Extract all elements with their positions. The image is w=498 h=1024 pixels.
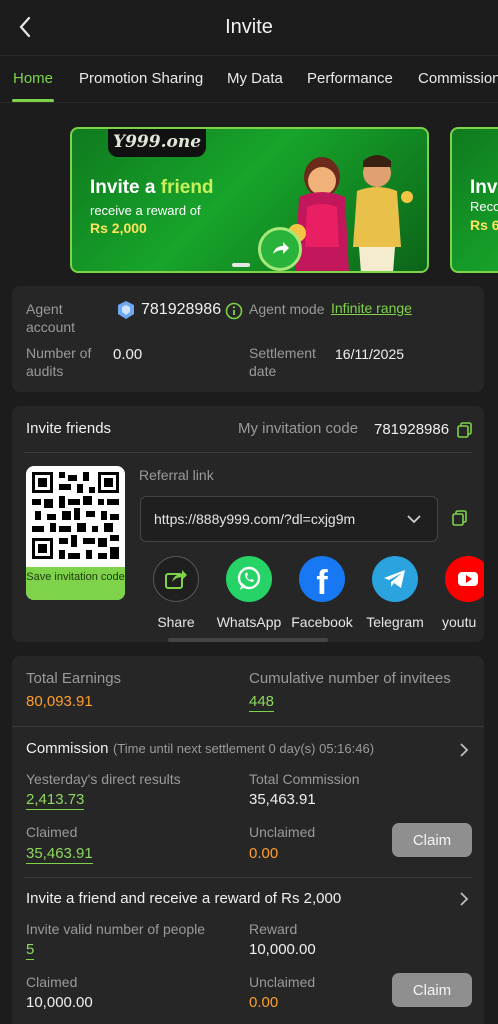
- share-generic-button[interactable]: Share: [141, 556, 211, 630]
- tab-performance[interactable]: Performance: [307, 70, 393, 87]
- invite-friends-title: Invite friends: [26, 420, 112, 437]
- whatsapp-label: WhatsApp: [216, 614, 282, 630]
- share-icon: [153, 556, 199, 602]
- qr-code-icon: [32, 472, 119, 559]
- banner2-headline: Inv: [470, 177, 498, 198]
- settlement-date-label: Settlement date: [249, 345, 316, 379]
- total-commission-value: 35,463.91: [249, 791, 316, 808]
- facebook-icon: f: [299, 556, 345, 602]
- share-scrollbar[interactable]: [168, 638, 328, 642]
- commission-title: Commission: [26, 740, 109, 757]
- share-arrow-icon: [258, 227, 302, 271]
- earnings-divider: [12, 726, 484, 727]
- brand-logo: Y999.one: [108, 129, 206, 157]
- referral-link-select[interactable]: https://888y999.com/?dl=cxjg9m: [140, 496, 438, 542]
- whatsapp-icon: [226, 556, 272, 602]
- audits-value: 0.00: [113, 346, 143, 363]
- share-facebook-button[interactable]: f Facebook: [287, 556, 357, 630]
- reward-claimed-label: Claimed: [26, 974, 78, 990]
- invite-divider: [24, 452, 472, 453]
- youtube-label: youtu: [442, 614, 477, 630]
- tab-promotion-sharing[interactable]: Promotion Sharing: [79, 70, 203, 87]
- valid-invitees-label: Invite valid number of people: [26, 921, 205, 937]
- youtube-icon: [445, 556, 484, 602]
- tab-bar: Home Promotion Sharing My Data Performan…: [0, 57, 498, 103]
- telegram-icon: [372, 556, 418, 602]
- telegram-label: Telegram: [366, 614, 424, 630]
- invitation-code-value: 781928986: [374, 421, 450, 438]
- share-whatsapp-button[interactable]: WhatsApp: [214, 556, 284, 630]
- referral-link-label: Referral link: [139, 467, 214, 483]
- commission-subtitle: (Time until next settlement 0 day(s) 05:…: [112, 741, 375, 756]
- header: Invite: [0, 0, 498, 56]
- chevron-down-icon: [407, 515, 421, 524]
- save-invitation-code-button[interactable]: Save invitation code: [26, 567, 125, 600]
- facebook-label: Facebook: [291, 614, 353, 630]
- agent-card: Agent account 781928986 Agent mode Infin…: [12, 286, 484, 392]
- tab-commission[interactable]: Commission: [418, 70, 498, 87]
- qr-code: Save invitation code: [26, 466, 125, 600]
- reward-claim-button[interactable]: Claim: [392, 973, 472, 1007]
- agent-account-label: Agent account: [26, 301, 76, 335]
- chevron-left-icon: [19, 16, 31, 38]
- banner2-amount: Rs 6: [470, 217, 498, 233]
- yesterday-results-label: Yesterday's direct results: [26, 771, 181, 787]
- commission-unclaimed-value: 0.00: [249, 845, 279, 862]
- earnings-card: Total Earnings 80,093.91 Cumulative numb…: [12, 656, 484, 1024]
- commission-chevron-right-icon[interactable]: [456, 742, 472, 758]
- promo-banner-next[interactable]: Inv Reco Rs 6: [450, 127, 498, 273]
- commission-claim-button[interactable]: Claim: [392, 823, 472, 857]
- commission-unclaimed-label: Unclaimed: [249, 824, 316, 840]
- commission-heading: Commission (Time until next settlement 0…: [26, 740, 374, 758]
- share-label: Share: [157, 614, 195, 630]
- agent-mode-link[interactable]: Infinite range: [331, 300, 412, 316]
- reward-amount-label: Reward: [249, 921, 298, 937]
- reward-claimed-value: 10,000.00: [26, 994, 93, 1011]
- banner-amount: Rs 2,000: [90, 220, 147, 236]
- reward-chevron-right-icon[interactable]: [456, 891, 472, 907]
- promo-banner[interactable]: Y999.one Invite a friend receive a rewar…: [70, 127, 429, 273]
- back-button[interactable]: [10, 12, 40, 42]
- reward-title: Invite a friend and receive a reward of …: [26, 890, 342, 907]
- copy-code-icon[interactable]: [457, 422, 473, 438]
- info-icon[interactable]: [225, 302, 243, 320]
- banner2-subline: Reco: [470, 199, 498, 214]
- share-youtube-button[interactable]: youtu: [433, 556, 484, 630]
- referral-link-value: https://888y999.com/?dl=cxjg9m: [154, 511, 356, 527]
- reward-amount-value: 10,000.00: [249, 941, 316, 958]
- total-earnings-value: 80,093.91: [26, 693, 93, 710]
- carousel-indicator: [232, 263, 250, 267]
- invitation-code-label: My invitation code: [238, 420, 359, 437]
- active-tab-indicator: [12, 99, 54, 102]
- banner-subline: receive a reward of: [90, 203, 201, 218]
- tab-my-data[interactable]: My Data: [227, 70, 283, 87]
- banner-headline: Invite a friend: [90, 177, 214, 198]
- tab-home[interactable]: Home: [13, 70, 53, 87]
- share-telegram-button[interactable]: Telegram: [360, 556, 430, 630]
- total-commission-label: Total Commission: [249, 771, 360, 787]
- settlement-date-value: 16/11/2025: [335, 346, 405, 362]
- cumulative-invitees-value[interactable]: 448: [249, 693, 275, 712]
- reward-unclaimed-label: Unclaimed: [249, 974, 316, 990]
- yesterday-results-value[interactable]: 2,413.73: [26, 791, 85, 810]
- audits-label: Number of audits: [26, 345, 92, 379]
- page-title: Invite: [225, 16, 273, 38]
- cumulative-invitees-label: Cumulative number of invitees: [249, 670, 451, 687]
- commission-divider: [24, 877, 472, 878]
- commission-claimed-label: Claimed: [26, 824, 78, 840]
- agent-badge-icon: [118, 301, 134, 319]
- total-earnings-label: Total Earnings: [26, 670, 122, 687]
- copy-link-icon[interactable]: [452, 510, 468, 526]
- valid-invitees-value[interactable]: 5: [26, 941, 35, 960]
- agent-account-value: 781928986: [141, 301, 222, 318]
- invite-page: Invite Home Promotion Sharing My Data Pe…: [0, 0, 498, 1024]
- agent-mode-label: Agent mode: [249, 301, 325, 317]
- invite-friends-card: Invite friends My invitation code 781928…: [12, 406, 484, 642]
- commission-claimed-value[interactable]: 35,463.91: [26, 845, 93, 864]
- reward-unclaimed-value: 0.00: [249, 994, 279, 1011]
